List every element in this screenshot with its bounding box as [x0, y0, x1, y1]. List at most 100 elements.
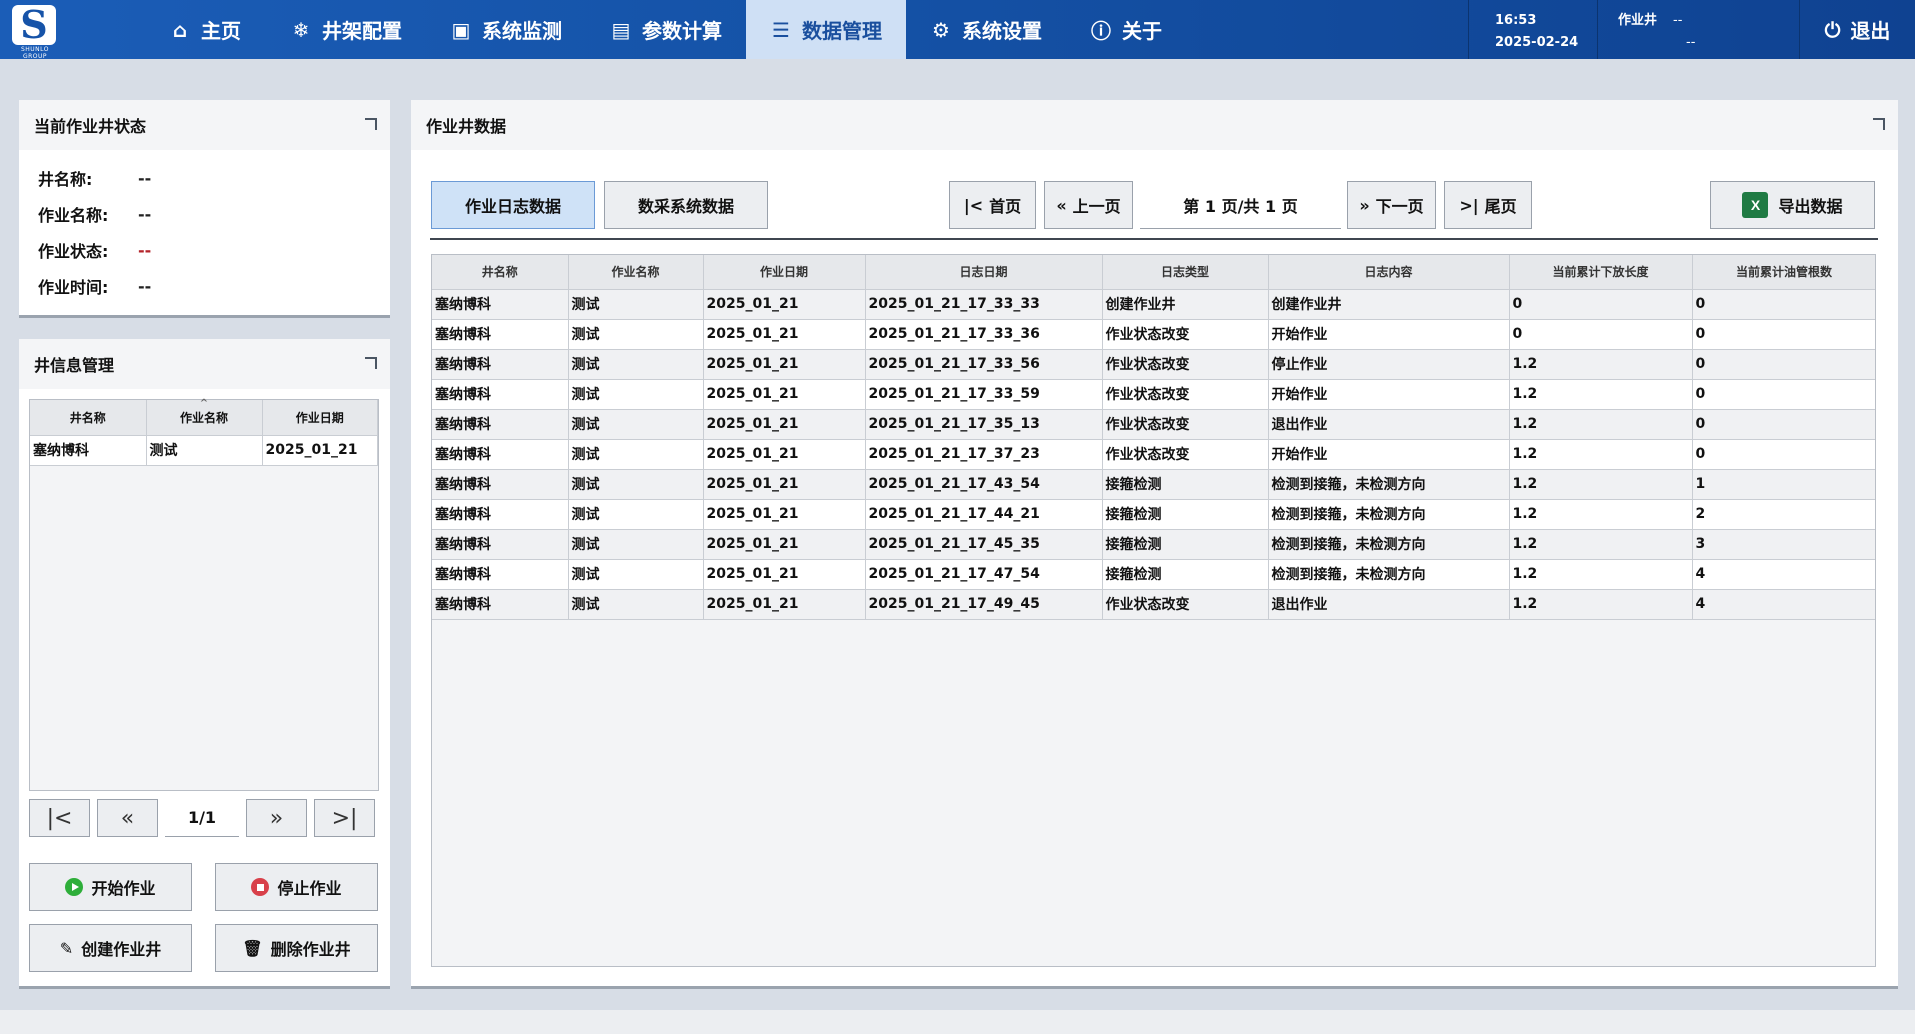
column-header-sorted[interactable]: ^ 作业名称: [146, 398, 263, 436]
table-cell: 塞纳博科: [432, 319, 569, 350]
next-page-button[interactable]: »: [246, 799, 307, 837]
table-row[interactable]: 塞纳博科 测试 2025_01_21: [30, 435, 378, 466]
well-list-pager: |< « 1/1 » >|: [29, 799, 375, 837]
table-cell: 2025_01_21_17_43_54: [865, 469, 1103, 500]
nav-system-monitor[interactable]: ▣ 系统监测: [426, 0, 586, 59]
table-cell: 2025_01_21: [703, 499, 866, 530]
monitor-icon: ▣: [451, 17, 471, 42]
column-header[interactable]: 当前累计下放长度: [1509, 255, 1693, 290]
well-info-panel: 井信息管理 井名称 ^ 作业名称 作业日期 塞纳博科 测试 2025_01_21: [19, 339, 390, 989]
table-cell: 0: [1692, 409, 1875, 440]
table-cell: 1.2: [1509, 529, 1693, 560]
table-cell: 2: [1692, 499, 1875, 530]
logout-button[interactable]: ⏻ 退出: [1799, 0, 1915, 59]
delete-well-button[interactable]: 🗑 删除作业井: [215, 924, 378, 972]
tab-job-log[interactable]: 作业日志数据: [431, 181, 595, 229]
column-header[interactable]: 日志类型: [1102, 255, 1269, 290]
next-page-button[interactable]: » 下一页: [1347, 181, 1436, 229]
prev-page-button[interactable]: « 上一页: [1044, 181, 1133, 229]
nav-label: 系统监测: [482, 19, 562, 43]
table-cell: 1.2: [1509, 439, 1693, 470]
clock-time: 16:53: [1495, 13, 1537, 28]
nav-data-management[interactable]: ☰ 数据管理: [746, 0, 906, 59]
prev-page-button[interactable]: «: [97, 799, 158, 837]
table-row[interactable]: 塞纳博科 测试 2025_01_21 2025_01_21_17_33_56 作业状态改…: [432, 349, 1875, 380]
column-header[interactable]: 作业日期: [703, 255, 866, 290]
table-cell: 2025_01_21: [262, 435, 378, 466]
table-cell: 测试: [568, 349, 704, 380]
panel-title: 当前作业井状态: [34, 117, 147, 136]
table-row[interactable]: 塞纳博科 测试 2025_01_21 2025_01_21_17_33_33 创建作业井…: [432, 289, 1875, 320]
table-cell: 开始作业: [1268, 379, 1510, 410]
table-cell: 3: [1692, 529, 1875, 560]
table-row[interactable]: 塞纳博科 测试 2025_01_21 2025_01_21_17_44_21 接箍检测检…: [432, 499, 1875, 530]
panel-title: 井信息管理: [34, 356, 115, 375]
table-row[interactable]: 塞纳博科 测试 2025_01_21 2025_01_21_17_45_35 接箍检测检…: [432, 529, 1875, 560]
column-header[interactable]: 日志日期: [865, 255, 1103, 290]
table-cell: 2025_01_21: [703, 559, 866, 590]
table-row[interactable]: 塞纳博科 测试 2025_01_21 2025_01_21_17_33_59 作业状态改…: [432, 379, 1875, 410]
table-row[interactable]: 塞纳博科 测试 2025_01_21 2025_01_21_17_33_36 作业状态改…: [432, 319, 1875, 350]
clock-display: 16:53 2025-02-24: [1468, 0, 1596, 59]
table-cell: 接箍检测: [1102, 469, 1269, 500]
create-well-button[interactable]: ✎ 创建作业井: [29, 924, 192, 972]
table-cell: 2025_01_21_17_35_13: [865, 409, 1103, 440]
export-data-button[interactable]: X 导出数据: [1710, 181, 1875, 229]
column-header[interactable]: 作业日期: [262, 400, 378, 436]
column-header[interactable]: 井名称: [30, 400, 147, 436]
first-page-icon: |<: [963, 195, 984, 215]
excel-icon: X: [1742, 192, 1769, 218]
status-job-state: 作业状态: --: [38, 232, 390, 268]
table-cell: 作业状态改变: [1102, 589, 1269, 620]
tab-acquisition-data[interactable]: 数采系统数据: [604, 181, 768, 229]
panel-header: 当前作业井状态: [19, 100, 390, 150]
log-data-grid: 井名称 作业名称 作业日期 日志日期 日志类型 日志内容 当前累计下放长度 当前…: [431, 254, 1876, 967]
info-icon: ⓘ: [1091, 19, 1111, 43]
table-row[interactable]: 塞纳博科 测试 2025_01_21 2025_01_21_17_35_13 作业状态改…: [432, 409, 1875, 440]
column-header[interactable]: 日志内容: [1268, 255, 1510, 290]
start-job-button[interactable]: 开始作业: [29, 863, 192, 911]
divider: [430, 238, 1878, 240]
last-page-button[interactable]: >|: [314, 799, 375, 837]
stop-job-button[interactable]: 停止作业: [215, 863, 378, 911]
nav-home[interactable]: ⌂ 主页: [144, 0, 266, 59]
table-row[interactable]: 塞纳博科 测试 2025_01_21 2025_01_21_17_47_54 接箍检测检…: [432, 559, 1875, 590]
table-row[interactable]: 塞纳博科 测试 2025_01_21 2025_01_21_17_49_45 作业状态改…: [432, 589, 1875, 620]
current-well-label: 作业井: [1618, 13, 1658, 28]
table-cell: 塞纳博科: [432, 409, 569, 440]
last-page-button[interactable]: >| 尾页: [1444, 181, 1532, 229]
table-cell: 2025_01_21_17_33_59: [865, 379, 1103, 410]
first-page-button[interactable]: |< 首页: [949, 181, 1036, 229]
database-icon: ☰: [772, 17, 790, 42]
nav-system-settings[interactable]: ⚙ 系统设置: [906, 0, 1066, 59]
column-header[interactable]: 作业名称: [568, 255, 704, 290]
rig-config-icon: ❄: [292, 17, 310, 42]
nav-label: 数据管理: [802, 19, 882, 43]
page-info: 第 1 页/共 1 页: [1140, 181, 1341, 229]
current-well-display: 作业井 -- --: [1597, 0, 1799, 59]
table-cell: 4: [1692, 559, 1875, 590]
column-header[interactable]: 当前累计油管根数: [1692, 255, 1875, 290]
first-page-button[interactable]: |<: [29, 799, 90, 837]
table-cell: 1.2: [1509, 559, 1693, 590]
grid-header-row: 井名称 作业名称 作业日期 日志日期 日志类型 日志内容 当前累计下放长度 当前…: [432, 255, 1875, 290]
nav-about[interactable]: ⓘ 关于: [1066, 0, 1186, 59]
column-header-label: 作业名称: [179, 410, 228, 425]
table-cell: 0: [1509, 319, 1693, 350]
panel-header: 井信息管理: [19, 339, 390, 389]
table-row[interactable]: 塞纳博科 测试 2025_01_21 2025_01_21_17_43_54 接箍检测检…: [432, 469, 1875, 500]
logo-mark: S: [12, 5, 56, 45]
double-chevron-right-icon: »: [1359, 195, 1370, 215]
table-cell: 检测到接箍，未检测方向: [1268, 469, 1510, 500]
table-cell: 0: [1692, 289, 1875, 320]
status-job-name: 作业名称: --: [38, 196, 390, 232]
column-header[interactable]: 井名称: [432, 255, 569, 290]
status-key: 作业名称:: [38, 206, 109, 225]
table-row[interactable]: 塞纳博科 测试 2025_01_21 2025_01_21_17_37_23 作业状态改…: [432, 439, 1875, 470]
table-cell: 测试: [568, 289, 704, 320]
nav-parameter-calc[interactable]: ▤ 参数计算: [586, 0, 746, 59]
double-chevron-left-icon: «: [120, 805, 135, 831]
current-well-status-panel: 当前作业井状态 井名称: -- 作业名称: -- 作业状态: -- 作业时间: …: [19, 100, 390, 318]
current-well-value-2: --: [1686, 35, 1696, 50]
nav-rig-config[interactable]: ❄ 井架配置: [266, 0, 426, 59]
